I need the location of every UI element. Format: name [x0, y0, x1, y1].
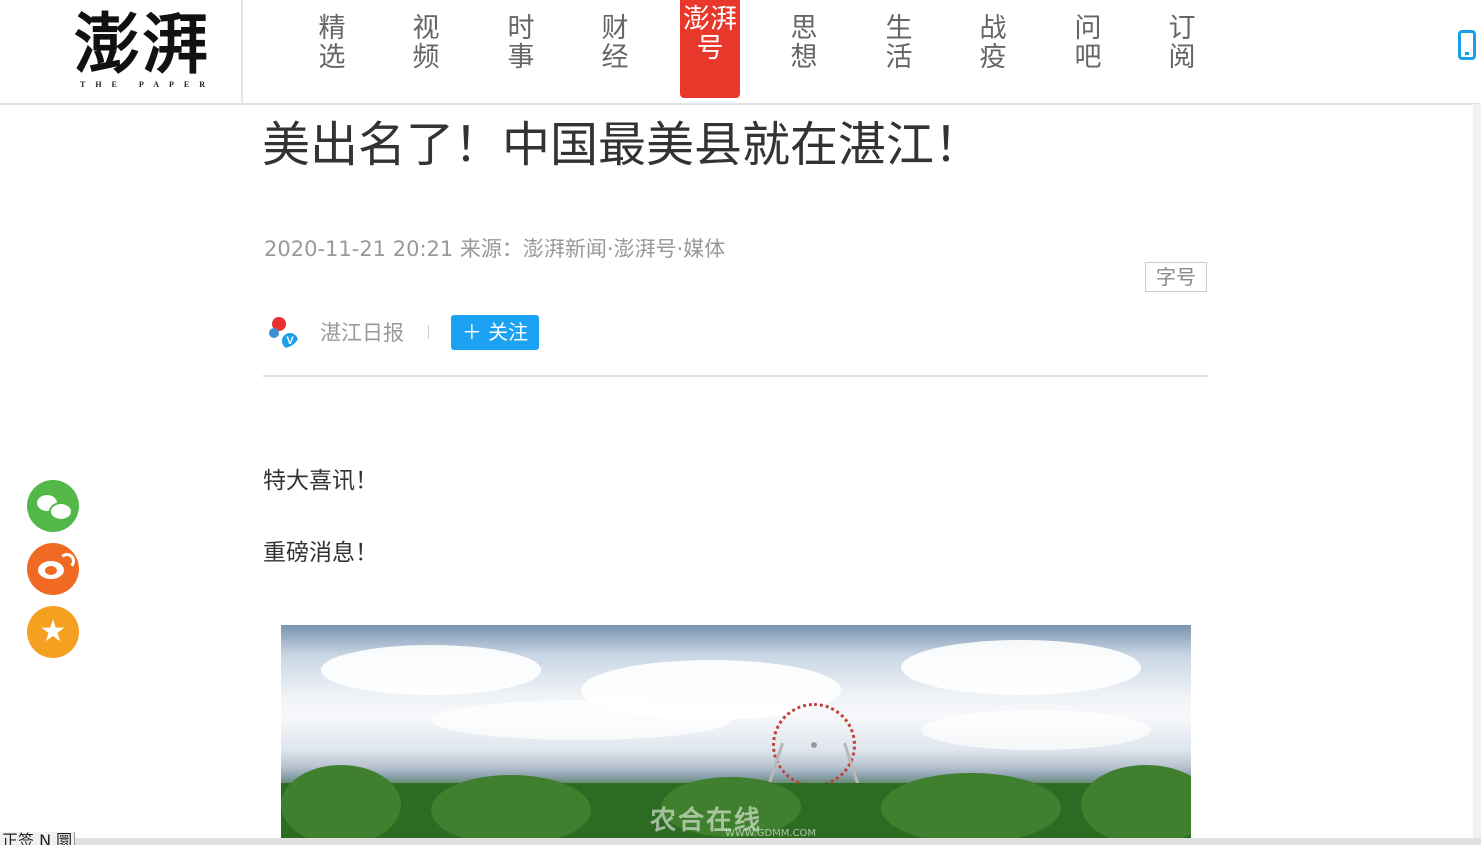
site-header: 澎湃 THE PAPER 精选 视频 时事 财经 澎湃号 思想 生活 战疫 问吧…	[0, 0, 1481, 105]
image-cloud	[431, 700, 731, 740]
nav-item-shenghuo[interactable]: 生活	[879, 14, 919, 72]
author-name[interactable]: 湛江日报	[320, 317, 404, 347]
nav-item-wenba[interactable]: 问吧	[1068, 14, 1108, 72]
nav-item-zhanyi[interactable]: 战疫	[973, 14, 1013, 72]
share-wechat-button[interactable]	[27, 480, 79, 532]
verified-icon: V	[282, 333, 298, 348]
image-cloud	[921, 710, 1151, 750]
qzone-icon: ★	[39, 614, 67, 649]
weibo-icon-arc	[59, 553, 75, 569]
image-cloud	[901, 640, 1141, 695]
share-weibo-button[interactable]	[27, 543, 79, 595]
nav-item-caijing[interactable]: 财经	[595, 14, 635, 72]
article-paragraph: 特大喜讯！	[263, 468, 378, 494]
image-trees	[281, 765, 401, 840]
wechat-icon-bubble	[49, 502, 73, 521]
image-trees	[431, 775, 591, 840]
image-trees	[1081, 765, 1191, 840]
phone-icon[interactable]	[1458, 30, 1476, 60]
nav-item-pengpaihao[interactable]: 澎湃号	[680, 0, 740, 98]
author-separator	[428, 325, 429, 339]
horizontal-scrollbar[interactable]	[0, 838, 1481, 845]
follow-button[interactable]: ＋ 关注	[451, 315, 539, 350]
avatar-dot-blue	[269, 328, 279, 338]
vertical-scrollbar[interactable]	[1473, 104, 1481, 838]
author-avatar[interactable]: V	[266, 314, 300, 348]
site-logo[interactable]: 澎湃 THE PAPER	[0, 0, 243, 103]
weibo-icon-eye	[45, 566, 57, 575]
header-divider	[263, 375, 1208, 377]
nav-item-shipin[interactable]: 视频	[406, 14, 446, 72]
nav-item-sixiang[interactable]: 思想	[784, 14, 824, 72]
font-size-button[interactable]: 字号	[1145, 262, 1207, 292]
article-title: 美出名了！中国最美县就在湛江！	[262, 117, 983, 173]
logo-wordmark: 澎湃	[74, 5, 210, 83]
image-cloud	[321, 645, 541, 695]
logo-subtitle: THE PAPER	[80, 80, 215, 89]
nav-item-shishi[interactable]: 时事	[501, 14, 541, 72]
ferris-hub	[811, 742, 817, 748]
status-fragment: 正签 N 圜	[0, 832, 76, 845]
nav-item-jingxuan[interactable]: 精选	[312, 14, 352, 72]
article-meta: 2020-11-21 20:21 来源：澎湃新闻·澎湃号·媒体	[264, 237, 726, 261]
article-paragraph: 重磅消息！	[263, 540, 378, 566]
share-qzone-button[interactable]: ★	[27, 606, 79, 658]
nav-item-dingyue[interactable]: 订阅	[1162, 14, 1202, 72]
image-trees	[881, 773, 1061, 840]
